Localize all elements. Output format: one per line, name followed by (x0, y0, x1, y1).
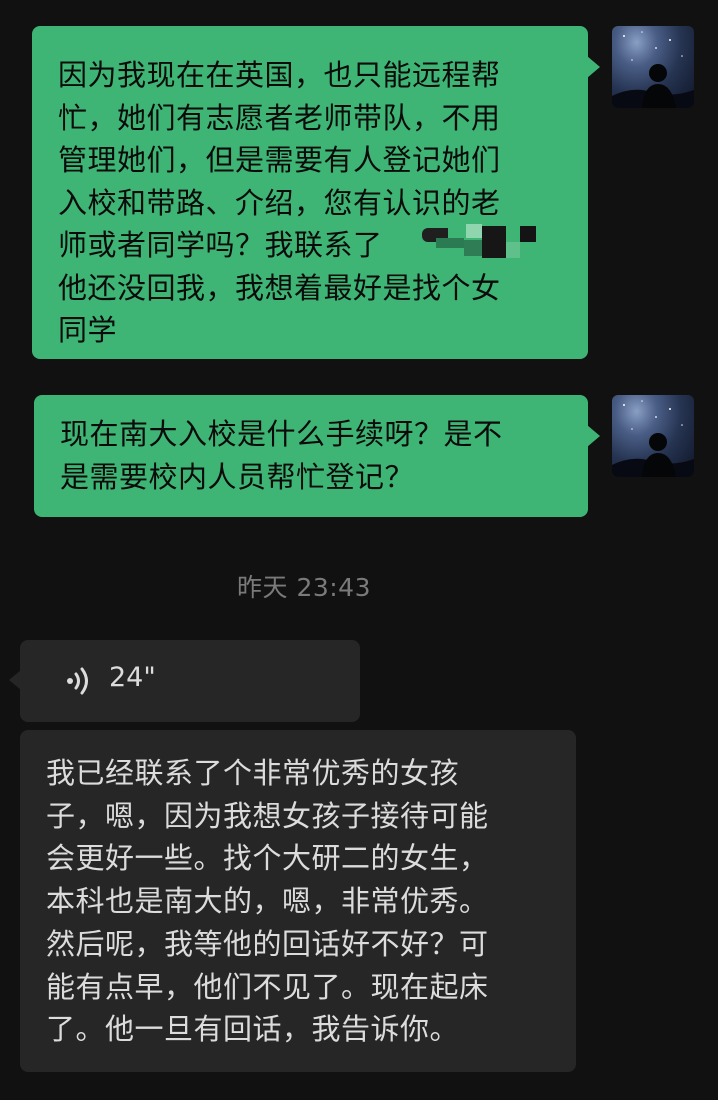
message-line: 子，嗯，因为我想女孩子接待可能 (46, 798, 489, 833)
message-line: 会更好一些。找个大研二的女生， (46, 841, 489, 876)
message-line: 入校和带路、介绍，您有认识的老 (58, 185, 501, 220)
voice-message-bubble[interactable]: 24" (9, 640, 360, 722)
avatar-night-sky-icon (612, 31, 694, 108)
outgoing-message-bubble[interactable]: 现在南大入校是什么手续呀？是不 是需要校内人员帮忙登记？ (34, 395, 600, 517)
message-line: 了。他一旦有回话，我告诉你。 (46, 1012, 460, 1047)
message-line: 现在南大入校是什么手续呀？是不 (60, 417, 503, 451)
avatar[interactable] (612, 26, 694, 108)
message-line: 能有点早，他们不见了。现在起床 (46, 969, 489, 1004)
redaction-mosaic (422, 224, 538, 258)
incoming-message-bubble[interactable]: 我已经联系了个非常优秀的女孩 子，嗯，因为我想女孩子接待可能 会更好一些。找个大… (20, 730, 576, 1072)
message-line: 管理她们，但是需要有人登记她们 (58, 143, 501, 177)
voice-wave-icon (67, 667, 88, 695)
message-line: 然后呢，我等他的回话好不好？可 (46, 926, 489, 961)
message-line: 是需要校内人员帮忙登记？ (60, 459, 415, 494)
timestamp: 昨天 23:43 (237, 573, 371, 602)
message-line: 我已经联系了个非常优秀的女孩 (46, 756, 460, 790)
message-line: 忙，她们有志愿者老师带队，不用 (58, 100, 501, 135)
message-line: 因为我现在在英国，也只能远程帮 (58, 58, 501, 92)
avatar-night-sky-icon (612, 400, 694, 477)
message-line: 本科也是南大的，嗯，非常优秀。 (46, 884, 489, 919)
message-line: 同学 (58, 313, 118, 347)
voice-duration: 24" (109, 662, 156, 693)
avatar[interactable] (612, 395, 694, 477)
outgoing-message-bubble[interactable]: 因为我现在在英国，也只能远程帮 忙，她们有志愿者老师带队，不用 管理她们，但是需… (32, 26, 600, 359)
message-line: 他还没回我，我想着最好是找个女 (58, 270, 501, 305)
